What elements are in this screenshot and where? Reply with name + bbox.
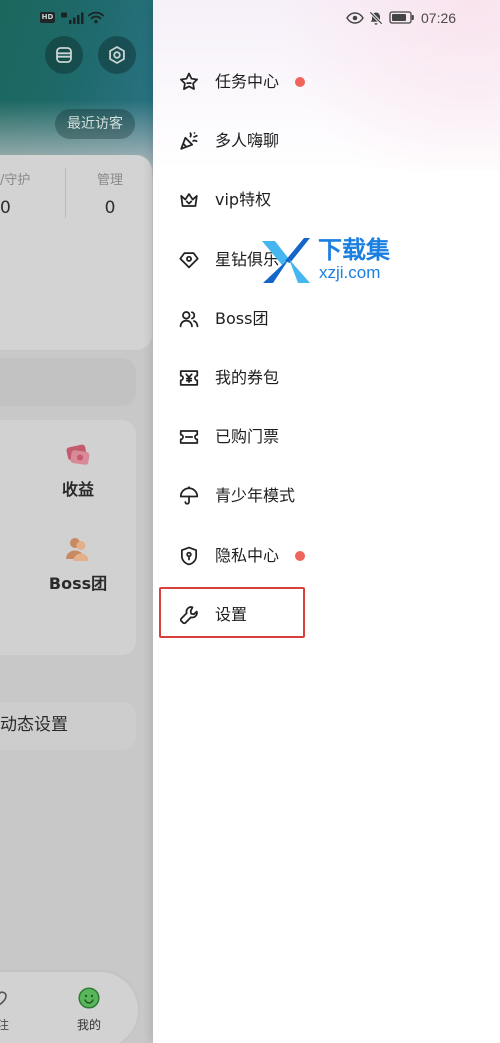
- menu-item-my-coupons[interactable]: 我的券包: [153, 356, 500, 400]
- signal-icon: [61, 12, 84, 24]
- dynamic-settings-label: 动态设置: [0, 715, 68, 735]
- battery-icon: [389, 11, 414, 24]
- coupon-icon: [178, 367, 200, 389]
- menu-item-label: 隐私中心: [215, 546, 280, 565]
- eye-icon: [346, 12, 364, 24]
- menu-item-label: vip特权: [215, 190, 272, 209]
- menu-item-label: Boss团: [215, 309, 269, 328]
- smiley-icon[interactable]: [78, 987, 100, 1009]
- xzji-logo-icon: [262, 238, 310, 283]
- settings-highlight-box: [159, 587, 305, 638]
- info-bar[interactable]: [0, 358, 136, 406]
- watermark-domain: xzji.com: [319, 263, 381, 282]
- umbrella-icon: [178, 485, 200, 507]
- shield-icon: [178, 545, 200, 567]
- menu-item-vip-privileges[interactable]: vip特权: [153, 178, 500, 222]
- grid-item-revenue[interactable]: 收益: [28, 480, 128, 500]
- diamond-icon: [178, 249, 200, 271]
- boss-group-avatar-icon: [66, 538, 89, 561]
- menu-item-group-chat[interactable]: 多人嗨聊: [153, 119, 500, 163]
- notification-dot: [295, 77, 305, 87]
- menu-item-privacy-center[interactable]: 隐私中心: [153, 534, 500, 578]
- menu-item-teen-mode[interactable]: 青少年模式: [153, 474, 500, 518]
- menu-item-task-center[interactable]: 任务中心: [153, 60, 500, 104]
- menu-icon: [56, 47, 72, 63]
- party-popper-icon: [178, 130, 200, 152]
- wifi-icon: [88, 11, 104, 24]
- status-time: 07:26: [421, 10, 457, 26]
- hd-badge: HD: [40, 12, 55, 23]
- hexagon-gear-icon: [109, 46, 125, 64]
- watermark-brand: 下载集: [318, 236, 390, 264]
- menu-item-label: 青少年模式: [215, 486, 296, 505]
- grid-item-boss-group[interactable]: Boss团: [28, 574, 128, 594]
- nav-follow-label[interactable]: 注: [0, 1017, 9, 1033]
- menu-item-purchased-tickets[interactable]: 已购门票: [153, 415, 500, 459]
- stat-value-manage[interactable]: 0: [80, 198, 140, 218]
- muted-bell-icon: [369, 11, 383, 25]
- revenue-icon: [66, 444, 90, 465]
- crown-icon: [178, 189, 200, 211]
- menu-item-boss-group[interactable]: Boss团: [153, 297, 500, 341]
- stats-divider: [65, 168, 66, 218]
- nav-mine-label[interactable]: 我的: [69, 1017, 109, 1033]
- screen: HD 最近访客 /守护 0 管理 0 收益 Boss团 动态设置 注 我的 07…: [0, 0, 500, 1043]
- menu-item-label: 我的券包: [215, 368, 280, 387]
- star-icon: [178, 71, 200, 93]
- side-drawer: 07:26 任务中心 多人嗨聊 vip特权 星钻俱乐 Boss团 我的券包 已购…: [153, 0, 500, 1043]
- notification-dot: [295, 551, 305, 561]
- heart-icon[interactable]: [0, 988, 9, 1008]
- background-page[interactable]: HD 最近访客 /守护 0 管理 0 收益 Boss团 动态设置 注 我的: [0, 0, 153, 1043]
- ticket-icon: [178, 426, 200, 448]
- stat-value-guard[interactable]: 0: [0, 198, 11, 218]
- settings-button[interactable]: [98, 36, 136, 74]
- menu-button[interactable]: [45, 36, 83, 74]
- group-icon: [178, 308, 200, 330]
- stat-label-manage[interactable]: 管理: [80, 173, 140, 189]
- stat-label-guard[interactable]: /守护: [0, 173, 30, 189]
- recent-visitors-button[interactable]: 最近访客: [55, 109, 135, 139]
- menu-item-label: 多人嗨聊: [215, 131, 280, 150]
- menu-item-label: 任务中心: [215, 72, 280, 91]
- menu-item-label: 已购门票: [215, 427, 280, 446]
